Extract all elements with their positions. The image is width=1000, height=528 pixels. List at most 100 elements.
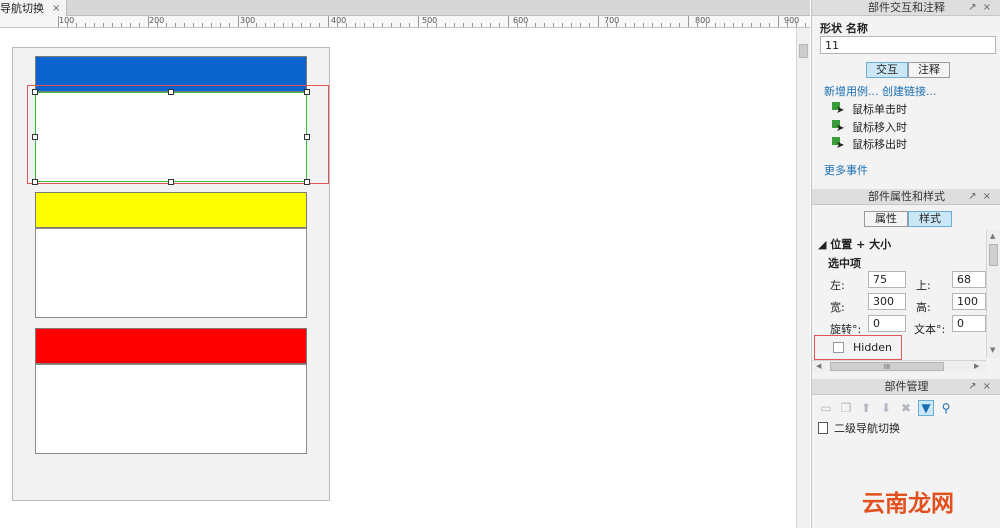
app-window: 导航切换 × 100 200 300 400 500 600 700 800 9… (0, 0, 1000, 528)
left-field[interactable]: 75 (868, 271, 906, 288)
event-icon: ➤ (832, 120, 846, 134)
delete-icon[interactable]: ✖ (898, 400, 914, 416)
resize-handle[interactable] (304, 134, 310, 140)
ruler-tick (724, 23, 725, 27)
tab-page[interactable]: 导航切换 × (0, 0, 68, 16)
right-panels: 部件交互和注释 ↗× 形状 名称 交互 注释 新增用例... 创建链接... ➤… (811, 0, 1000, 528)
ruler-tick (616, 23, 617, 27)
copy-icon[interactable]: ❐ (838, 400, 854, 416)
width-field[interactable]: 300 (868, 293, 906, 310)
ruler-tick (328, 16, 329, 27)
resize-handle[interactable] (32, 89, 38, 95)
ruler-tick (58, 16, 59, 27)
ruler-tick (607, 23, 608, 27)
canvas-vertical-scrollbar[interactable] (796, 28, 810, 528)
ruler-tick (265, 23, 266, 27)
move-down-icon[interactable]: ⬇ (878, 400, 894, 416)
more-events-link[interactable]: 更多事件 (824, 162, 868, 178)
ruler-tick (472, 23, 473, 27)
resize-handle[interactable] (304, 179, 310, 185)
properties-vertical-scrollbar[interactable]: ▲ ▼ (986, 230, 1000, 358)
ruler-tick (202, 23, 203, 27)
ruler-tick (400, 23, 401, 27)
scroll-left-icon[interactable]: ◀ (816, 362, 821, 370)
hidden-checkbox[interactable] (833, 342, 844, 353)
ruler-tick (319, 23, 320, 27)
tab-notes[interactable]: 注释 (908, 62, 950, 78)
add-folder-icon[interactable]: ▭ (818, 400, 834, 416)
selected-label: 选中项 (828, 257, 861, 270)
rotate-field[interactable]: 0 (868, 315, 906, 332)
height-field[interactable]: 100 (952, 293, 986, 310)
left-label: 左: (830, 279, 845, 292)
resize-handle[interactable] (168, 179, 174, 185)
position-size-section[interactable]: ◢ 位置 + 大小 (818, 236, 891, 252)
nav-header-yellow[interactable] (35, 192, 307, 228)
ruler-tick (499, 23, 500, 27)
top-field[interactable]: 68 (952, 271, 986, 288)
nav-content-panel[interactable] (35, 364, 307, 454)
resize-handle[interactable] (304, 89, 310, 95)
close-icon[interactable]: × (52, 3, 60, 14)
nav-content-panel[interactable] (35, 228, 307, 318)
shape-name-label: 形状 名称 (820, 22, 868, 35)
event-item[interactable]: ➤ 鼠标移入时 (832, 120, 907, 134)
ruler-tick (535, 23, 536, 27)
scrollbar-thumb[interactable] (799, 44, 808, 58)
tab-interaction[interactable]: 交互 (866, 62, 908, 78)
scroll-right-icon[interactable]: ▶ (974, 362, 979, 370)
move-up-icon[interactable]: ⬆ (858, 400, 874, 416)
resize-handle[interactable] (168, 89, 174, 95)
page-tree-item[interactable]: 二级导航切换 (818, 420, 900, 436)
ruler-tick (589, 23, 590, 27)
pin-close-icon[interactable]: ↗× (968, 379, 997, 395)
tab-styles[interactable]: 样式 (908, 211, 952, 227)
tab-label: 导航切换 (0, 2, 44, 15)
event-icon: ➤ (832, 137, 846, 151)
ruler-tick (670, 23, 671, 27)
ruler-tick (166, 23, 167, 27)
tab-properties[interactable]: 属性 (864, 211, 908, 227)
collapse-icon: ◢ (818, 238, 831, 251)
text-rotate-label: 文本°: (914, 323, 946, 336)
ruler-tick (229, 23, 230, 27)
scrollbar-thumb[interactable]: III (830, 362, 944, 371)
ruler-tick (517, 23, 518, 27)
hidden-option-row[interactable]: Hidden (814, 335, 902, 360)
resize-handle[interactable] (32, 134, 38, 140)
name-input[interactable] (820, 36, 996, 54)
add-case-link[interactable]: 新增用例... 创建链接... (824, 83, 936, 99)
manager-panel-header: 部件管理 ↗× (812, 379, 1000, 395)
event-item[interactable]: ➤ 鼠标移出时 (832, 137, 907, 151)
ruler-tick (148, 16, 149, 27)
ruler-tick (85, 23, 86, 27)
scroll-down-icon[interactable]: ▼ (990, 346, 995, 354)
search-icon[interactable]: ⚲ (938, 400, 954, 416)
panel-title: 部件交互和注释 (868, 1, 945, 14)
scrollbar-thumb[interactable] (989, 244, 998, 266)
ruler-tick (778, 16, 779, 27)
ruler-tick (175, 23, 176, 27)
resize-handle[interactable] (32, 179, 38, 185)
text-rotate-field[interactable]: 0 (952, 315, 986, 332)
ruler-tick (733, 23, 734, 27)
event-item[interactable]: ➤ 鼠标单击时 (832, 102, 907, 116)
scroll-up-icon[interactable]: ▲ (990, 232, 995, 240)
properties-horizontal-scrollbar[interactable]: ◀ III ▶ (812, 360, 986, 372)
manager-toolbar: ▭ ❐ ⬆ ⬇ ✖ ▼ ⚲ (818, 398, 954, 418)
pin-close-icon[interactable]: ↗× (968, 189, 997, 205)
ruler-tick (157, 23, 158, 27)
tab-bar: 导航切换 × (0, 0, 810, 16)
ruler-tick (139, 23, 140, 27)
ruler-tick (787, 23, 788, 27)
ruler-tick (544, 23, 545, 27)
nav-header-red[interactable] (35, 328, 307, 364)
ruler-tick (652, 23, 653, 27)
interaction-panel-header: 部件交互和注释 ↗× (812, 0, 1000, 16)
ruler-tick (67, 23, 68, 27)
event-label: 鼠标移出时 (852, 138, 907, 151)
filter-icon[interactable]: ▼ (918, 400, 934, 416)
pin-close-icon[interactable]: ↗× (968, 0, 997, 16)
design-canvas[interactable] (0, 29, 796, 528)
event-label: 鼠标单击时 (852, 103, 907, 116)
